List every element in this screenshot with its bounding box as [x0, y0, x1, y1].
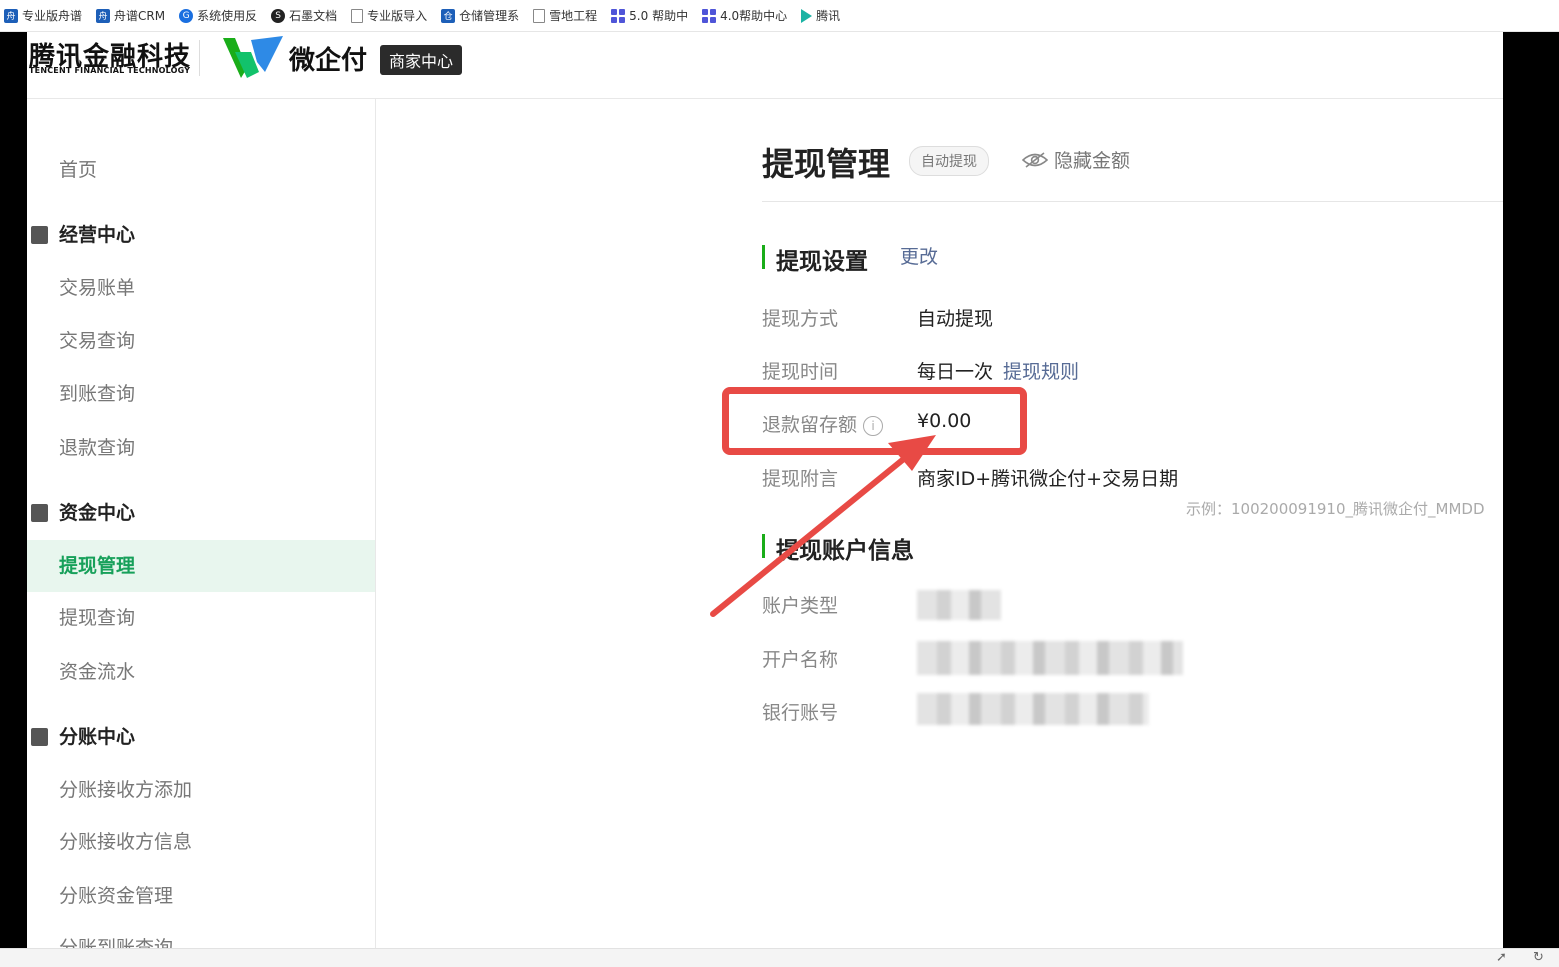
- method-label: 提现方式: [762, 308, 839, 330]
- annotation-highlight-box: [722, 387, 1027, 455]
- eye-off-icon: [1022, 151, 1048, 168]
- sidebar: 首页 经营中心 交易账单 交易查询 到账查询 退款查询 资金中心 提现管理 提现…: [27, 99, 376, 948]
- bookmark-item[interactable]: 舟专业版舟谱: [4, 7, 82, 24]
- document-icon: [533, 8, 546, 23]
- time-label: 提现时间: [762, 361, 839, 383]
- group-title: 分账中心: [59, 726, 136, 748]
- bookmark-item[interactable]: 5.0 帮助中: [611, 7, 688, 24]
- status-bar: ➚ ↻: [0, 948, 1559, 967]
- document-icon: [31, 226, 48, 244]
- group-title: 经营中心: [59, 224, 136, 246]
- page-title: 提现管理: [762, 145, 891, 183]
- bookmark-label: 4.0帮助中心: [720, 9, 788, 23]
- memo-example: 示例：100200091910_腾讯微企付_MMDD: [1186, 500, 1485, 518]
- bookmark-item[interactable]: 仓仓储管理系: [441, 7, 519, 24]
- sidebar-item[interactable]: 分账到账查询: [27, 922, 375, 948]
- bookmark-label: 系统使用反: [197, 9, 258, 23]
- bookmark-item[interactable]: 舟舟谱CRM: [96, 7, 165, 24]
- hide-amount-toggle[interactable]: 隐藏金额: [1022, 146, 1130, 173]
- blurred-account-name: [917, 641, 1183, 675]
- bookmark-label: 腾讯: [816, 9, 841, 23]
- rocket-icon[interactable]: ➚: [1496, 950, 1507, 965]
- method-value: 自动提现: [917, 308, 994, 330]
- memo-value: 商家ID+腾讯微企付+交易日期: [917, 468, 1179, 490]
- bookmark-item[interactable]: G 系统使用反: [179, 7, 257, 24]
- memo-label: 提现附言: [762, 468, 839, 490]
- bookmark-label: 专业版舟谱: [22, 9, 83, 23]
- logo-divider: [199, 40, 200, 76]
- withdraw-rule-link[interactable]: 提现规则: [1003, 361, 1079, 383]
- sidebar-item[interactable]: 资金流水: [27, 646, 375, 698]
- document-icon: [351, 8, 364, 23]
- grid-icon: [611, 8, 626, 23]
- sidebar-group-split[interactable]: 分账中心: [27, 711, 375, 763]
- sidebar-item[interactable]: 到账查询: [27, 368, 375, 420]
- refresh-icon[interactable]: ↻: [1533, 950, 1544, 965]
- sidebar-item[interactable]: 分账接收方信息: [27, 816, 375, 868]
- sidebar-item-withdraw-management[interactable]: 提现管理: [27, 540, 375, 592]
- bookmarks-bar: 舟专业版舟谱 舟舟谱CRM G 系统使用反 S 石墨文档 专业版导入 仓仓储管理系 …: [0, 0, 1559, 32]
- app-icon: 舟: [96, 8, 111, 23]
- bookmark-item[interactable]: 专业版导入: [351, 7, 427, 24]
- time-value: 每日一次: [917, 361, 994, 383]
- bookmark-item[interactable]: 雪地工程: [533, 7, 597, 24]
- app-window: 腾讯金融科技 TENCENT FINANCIAL TECHNOLOGY 微企付 …: [27, 32, 1503, 948]
- brand-subtitle: TENCENT FINANCIAL TECHNOLOGY: [29, 66, 191, 75]
- main-content: 提现管理 自动提现 隐藏金额 提现设置 更改 提现方式 自动提现 提现时间 每日…: [376, 99, 1503, 948]
- product-tag: 商家中心: [380, 45, 463, 75]
- mode-badge: 自动提现: [909, 146, 989, 176]
- bookmark-item[interactable]: S 石墨文档: [271, 7, 337, 24]
- bookmark-label: 石墨文档: [289, 9, 338, 23]
- sidebar-group-operations[interactable]: 经营中心: [27, 209, 375, 261]
- bookmark-label: 舟谱CRM: [114, 9, 166, 23]
- grid-icon: [702, 8, 717, 23]
- sidebar-item[interactable]: 交易账单: [27, 262, 375, 314]
- sidebar-item[interactable]: 交易查询: [27, 315, 375, 367]
- annotation-arrow-icon: [710, 435, 936, 617]
- app-icon: 仓: [441, 8, 456, 23]
- time-value-row: 每日一次 提现规则: [917, 357, 1079, 384]
- bookmark-label: 雪地工程: [549, 9, 598, 23]
- blurred-account-type: [917, 590, 1001, 620]
- bookmark-label: 专业版导入: [367, 9, 428, 23]
- sidebar-item[interactable]: 分账接收方添加: [27, 764, 375, 816]
- bookmark-item[interactable]: 腾讯: [801, 7, 840, 24]
- app-icon: S: [271, 8, 286, 23]
- group-title: 资金中心: [59, 502, 136, 524]
- bookmark-label: 5.0 帮助中: [629, 9, 689, 23]
- play-icon: [801, 8, 813, 23]
- title-divider: [762, 201, 1503, 202]
- section-title-settings: 提现设置: [762, 242, 868, 276]
- bookmark-item[interactable]: 4.0帮助中心: [702, 7, 787, 24]
- product-name: 微企付: [289, 46, 368, 76]
- blurred-account-number: [917, 693, 1149, 725]
- sidebar-item[interactable]: 分账资金管理: [27, 870, 375, 922]
- wechat-pay-logo-icon: [223, 36, 283, 78]
- sidebar-item[interactable]: 退款查询: [27, 422, 375, 474]
- account-type-label: 账户类型: [762, 595, 839, 617]
- account-number-label: 银行账号: [762, 702, 839, 724]
- hide-amount-label: 隐藏金额: [1054, 150, 1131, 172]
- edit-settings-link[interactable]: 更改: [900, 242, 938, 269]
- header: 腾讯金融科技 TENCENT FINANCIAL TECHNOLOGY 微企付 …: [27, 32, 1503, 99]
- account-name-label: 开户名称: [762, 649, 839, 671]
- app-icon: G: [179, 8, 194, 23]
- sidebar-group-funds[interactable]: 资金中心: [27, 487, 375, 539]
- wallet-icon: [31, 728, 48, 746]
- app-icon: 舟: [4, 8, 18, 23]
- bookmark-label: 仓储管理系: [459, 9, 520, 23]
- sidebar-item[interactable]: 提现查询: [27, 592, 375, 644]
- yen-icon: [31, 504, 48, 522]
- section-title-account: 提现账户信息: [762, 531, 914, 565]
- sidebar-item-home[interactable]: 首页: [27, 144, 375, 196]
